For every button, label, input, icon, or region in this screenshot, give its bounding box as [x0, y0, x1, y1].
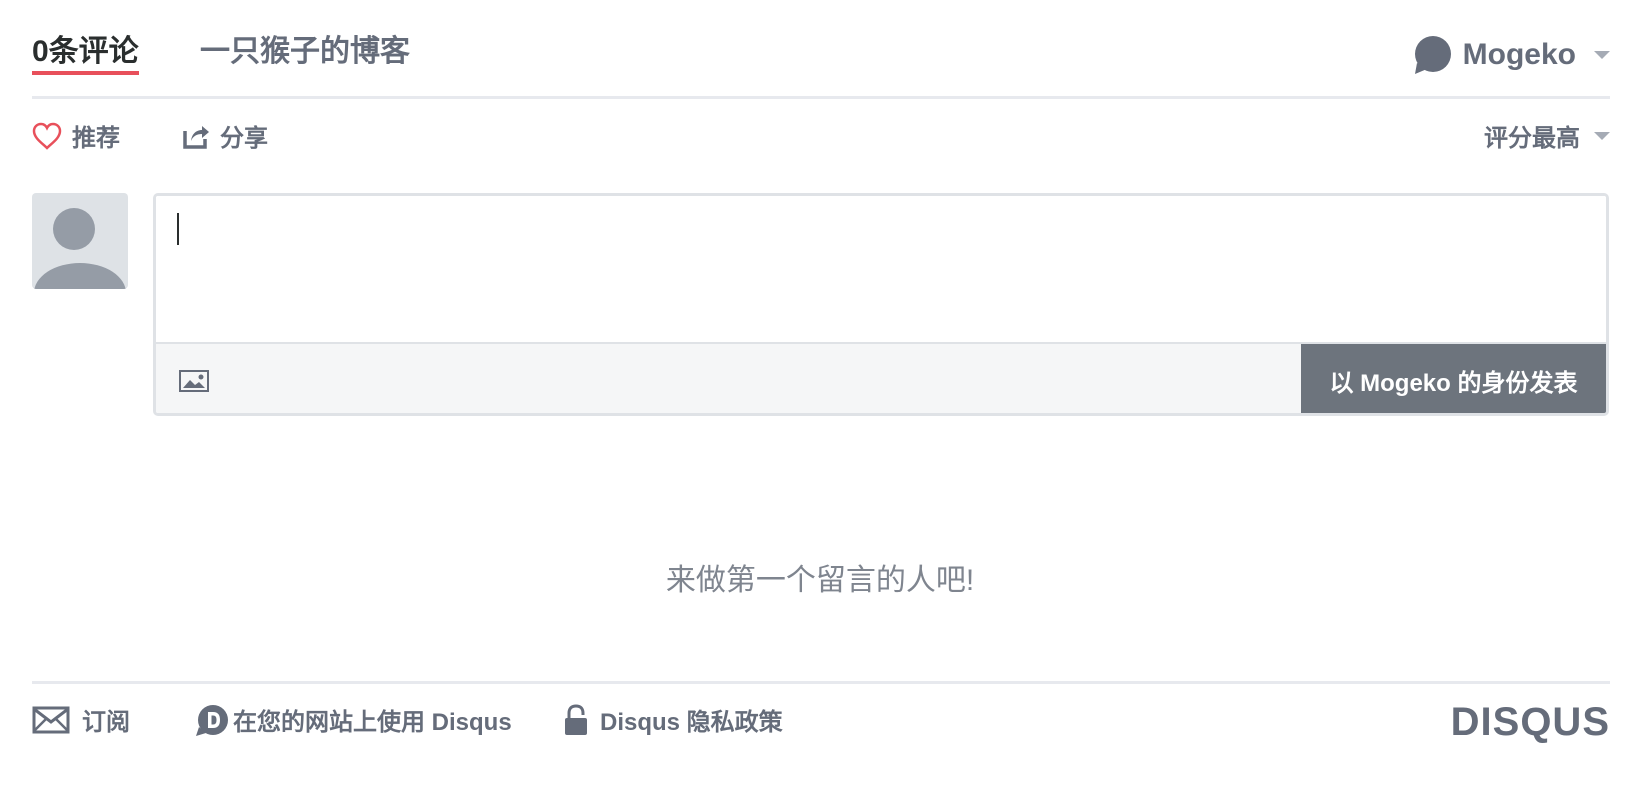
chevron-down-icon [1594, 51, 1610, 59]
chat-bubble-icon [1414, 36, 1451, 74]
avatar [32, 193, 128, 289]
subscribe-link[interactable]: 订阅 [32, 702, 130, 737]
share-button[interactable]: 分享 [182, 118, 268, 153]
comment-count-label: 0条评论 [32, 35, 139, 68]
mail-icon [32, 706, 70, 733]
share-icon [183, 125, 209, 149]
add-disqus-label: 在您的网站上使用 Disqus [233, 709, 512, 736]
comment-composer: 以 Mogeko 的身份发表 [153, 193, 1609, 416]
heart-icon [32, 122, 62, 150]
disqus-logo[interactable]: DISQUS [1451, 700, 1610, 745]
thread-footer: 订阅 在您的网站上使用 Disqus Disqus 隐私政策 DISQUS [32, 681, 1610, 764]
sort-label: 评分最高 [1484, 125, 1580, 152]
user-menu[interactable]: Mogeko [1413, 34, 1610, 76]
sort-dropdown[interactable]: 评分最高 [1484, 118, 1610, 153]
recommend-button[interactable]: 推荐 [32, 118, 120, 153]
tab-community[interactable]: 一只猴子的博客 [200, 32, 410, 72]
image-icon[interactable] [179, 370, 209, 392]
text-cursor [177, 213, 179, 245]
user-name: Mogeko [1462, 38, 1576, 71]
empty-thread-message: 来做第一个留言的人吧! [665, 564, 975, 597]
comment-textarea[interactable] [156, 196, 1606, 344]
subscribe-label: 订阅 [82, 709, 130, 736]
composer-toolbar: 以 Mogeko 的身份发表 [156, 344, 1606, 413]
disqus-d-icon [196, 704, 228, 736]
privacy-label: Disqus 隐私政策 [600, 709, 783, 736]
community-label: 一只猴子的博客 [200, 35, 410, 68]
add-disqus-link[interactable]: 在您的网站上使用 Disqus [195, 702, 512, 737]
default-avatar-icon [34, 208, 126, 289]
thread-nav: 0条评论 一只猴子的博客 Mogeko [32, 0, 1610, 99]
lock-icon [565, 703, 587, 735]
recommend-label: 推荐 [72, 125, 120, 152]
tab-comments[interactable]: 0条评论 [32, 32, 139, 75]
share-label: 分享 [220, 125, 268, 152]
active-tab-indicator [32, 71, 139, 75]
disqus-thread: 0条评论 一只猴子的博客 Mogeko 推荐 分享 评分最高 以 Mogeko … [0, 0, 1640, 792]
chevron-down-icon [1594, 131, 1610, 140]
post-button[interactable]: 以 Mogeko 的身份发表 [1301, 344, 1606, 413]
thread-toolbar: 推荐 分享 评分最高 [32, 118, 1610, 158]
privacy-link[interactable]: Disqus 隐私政策 [564, 702, 783, 737]
